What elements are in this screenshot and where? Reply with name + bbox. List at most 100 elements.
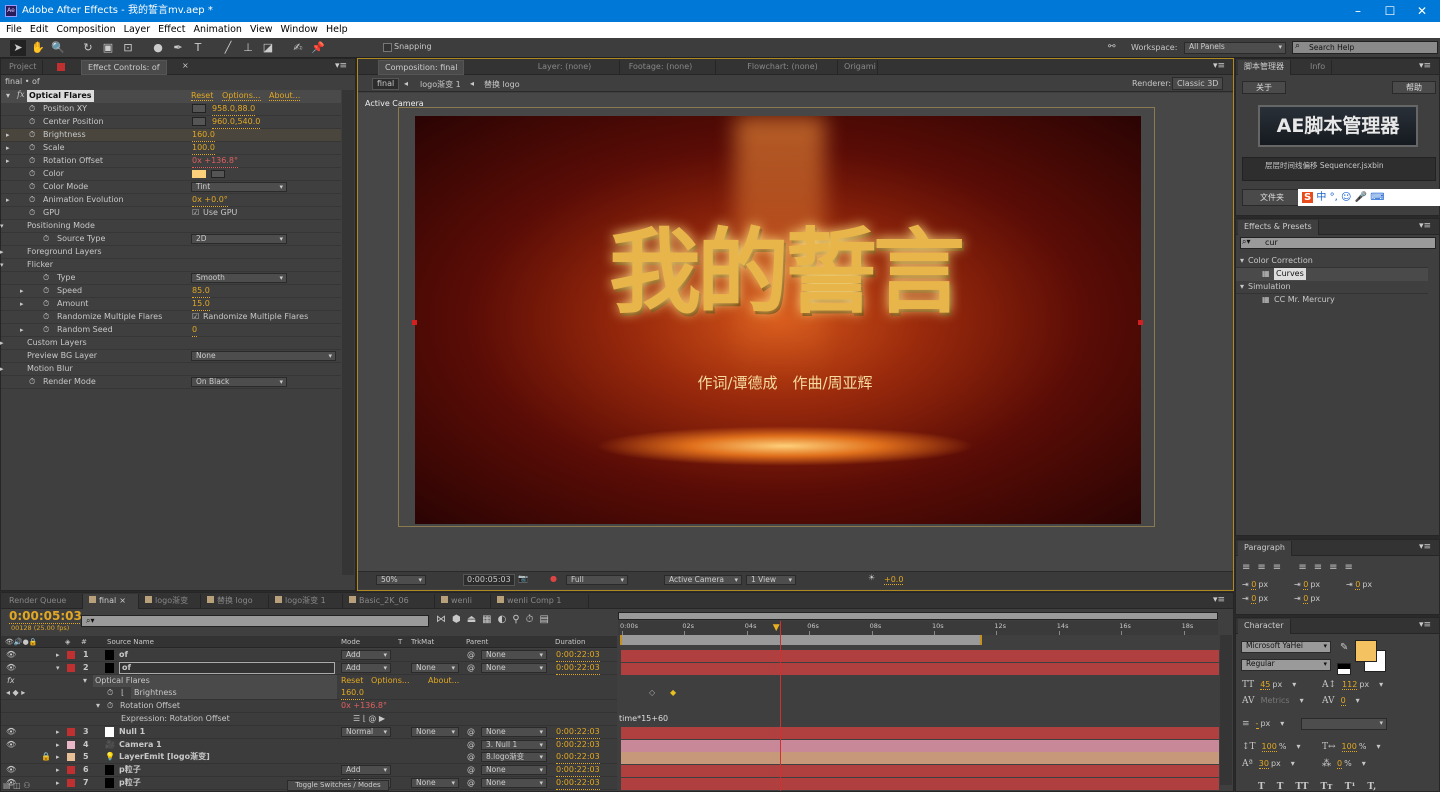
about-link[interactable]: About... [428, 675, 460, 688]
timeline-switch-icons[interactable]: ⋈⬢⏏▦◐⚲⏱▤ [436, 614, 555, 625]
stroke-width-field[interactable]: ≡ - px ▾ [1242, 719, 1284, 729]
camera-view-select[interactable]: Active Camera [664, 575, 742, 585]
stroke-style-select[interactable] [1301, 718, 1387, 730]
label-color[interactable] [67, 753, 75, 762]
layer-name[interactable]: Camera 1 [119, 739, 162, 751]
zoom-icon[interactable]: 🔍 [50, 40, 66, 56]
duration-value[interactable]: 0:00:22:03 [556, 649, 600, 662]
help-button[interactable]: 帮助 [1392, 81, 1436, 94]
snapshot-icon[interactable]: 📷 [518, 574, 528, 583]
timeline-search-input[interactable]: ⌕▾ [81, 615, 429, 627]
twirl-closed-icon[interactable]: ▸ [0, 246, 4, 258]
layer-duration-bar[interactable] [621, 650, 1219, 662]
horizontal-scale-field[interactable]: T↔ 100% ▾ [1322, 742, 1380, 752]
tab-timeline-3[interactable]: 替换 logo [201, 594, 269, 609]
timeline-bottom-icons[interactable]: ▤ ◫ ⚇ [3, 781, 30, 790]
ime-item[interactable]: 中 [1316, 192, 1326, 203]
baseline-shift-value[interactable]: 30 [1258, 759, 1269, 769]
current-time-indicator[interactable] [779, 621, 781, 791]
property-value[interactable]: 160.0 [192, 129, 215, 142]
text-style-button[interactable]: TT [1295, 782, 1308, 792]
eyedropper-icon[interactable]: ✎ [1340, 642, 1348, 653]
snapping-checkbox[interactable] [383, 43, 392, 52]
eye-icon[interactable]: 👁 [6, 764, 16, 776]
parent-select[interactable]: None [481, 726, 547, 737]
fill-color-swatch[interactable] [1355, 640, 1377, 662]
mode-select[interactable]: Normal [341, 726, 391, 737]
keyframe-icon[interactable]: ◆ [670, 688, 676, 697]
indent-value[interactable]: 0 [1251, 580, 1257, 590]
eye-icon[interactable]: 👁 [6, 649, 16, 661]
renderer-button[interactable]: Classic 3D [1172, 77, 1224, 90]
parent-select[interactable]: 8.logo渐变 [481, 752, 547, 763]
brush-icon[interactable]: ╱ [220, 40, 236, 56]
toggle-switches-modes-button[interactable]: Toggle Switches / Modes [287, 780, 389, 791]
twirl-closed-icon[interactable]: ▸ [0, 363, 4, 375]
label-color[interactable] [67, 727, 75, 736]
checkbox[interactable]: ☑ [192, 311, 199, 323]
duration-value[interactable]: 0:00:22:03 [556, 751, 600, 765]
stopwatch-icon[interactable]: ⏱ [43, 233, 49, 245]
label-color[interactable] [67, 766, 75, 775]
twirl-open-icon[interactable]: ▾ [1240, 281, 1244, 293]
preset-item[interactable]: ▦ CC Mr. Mercury [1236, 294, 1428, 307]
property-dropdown[interactable]: On Black [191, 377, 287, 387]
time-ruler[interactable]: 0:00s 02s 04s 06s 08s 10s 12s 14s 16s 18s ▼ [618, 621, 1218, 635]
stopwatch-icon[interactable]: ⏱ [43, 298, 49, 310]
label-color[interactable] [67, 651, 75, 659]
menu-animation[interactable]: Animation [194, 24, 242, 35]
indent-value[interactable]: 0 [1355, 580, 1361, 590]
twirl-open-icon[interactable]: ▾ [0, 220, 4, 232]
checkbox[interactable]: ☑ [192, 207, 199, 219]
property-value[interactable]: 958.0,88.0 [212, 103, 256, 116]
dropdown-arrow-icon[interactable]: ▾ [1379, 680, 1383, 689]
timeline-timecode[interactable]: 0:00:05:03 [9, 609, 82, 624]
pickwhip-icon[interactable]: @ [467, 649, 475, 661]
stopwatch-icon[interactable]: ⏱ [107, 700, 113, 712]
script-list-item[interactable]: 层层时间线偏移 Sequencer.jsxbin [1242, 157, 1436, 181]
property-value[interactable]: 0x +136.8° [192, 155, 238, 168]
property-value[interactable]: 960.0,540.0 [212, 116, 261, 129]
current-time-display[interactable]: 0:00:05:03 [463, 574, 515, 586]
layer-duration-bar[interactable] [621, 662, 1219, 675]
lock-icon[interactable]: 🔒 [41, 751, 51, 763]
menu-view[interactable]: View [250, 24, 273, 35]
indent-field[interactable]: ⇥ 0 px [1294, 580, 1320, 590]
parent-select[interactable]: None [481, 765, 547, 776]
panel-menu-icon[interactable]: ▾≡ [335, 61, 347, 71]
twirl-open-icon[interactable]: ▾ [1240, 255, 1244, 267]
tsume-value[interactable]: 0 [1337, 759, 1343, 769]
stopwatch-icon[interactable]: ⏱ [29, 129, 35, 141]
time-navigator[interactable] [618, 612, 1218, 620]
property-value[interactable]: 160.0 [341, 687, 364, 701]
roto-brush-icon[interactable]: ✍ [290, 40, 306, 56]
stopwatch-icon[interactable]: ⏱ [43, 272, 49, 284]
stopwatch-icon[interactable]: ⏱ [29, 207, 35, 219]
kerning-value[interactable]: Metrics [1261, 696, 1290, 705]
font-family-select[interactable]: Microsoft YaHei [1241, 641, 1331, 653]
stopwatch-icon[interactable]: ⏱ [107, 687, 113, 699]
rotate-icon[interactable]: ↻ [80, 40, 96, 56]
camera-icon[interactable]: ▣ [100, 40, 116, 56]
twirl-closed-icon[interactable]: ▸ [6, 155, 10, 167]
layer-name[interactable]: LayerEmit [logo渐变] [119, 751, 210, 763]
vertical-scale-field[interactable]: ↕T 100% ▾ [1242, 742, 1300, 752]
alignment-buttons[interactable]: ≡≡≡ ≡≡≡≡ [1242, 562, 1360, 573]
playhead-icon[interactable]: ▼ [773, 623, 780, 633]
property-dropdown[interactable]: Smooth [191, 273, 287, 283]
tab-timeline-0[interactable]: Render Queue [3, 594, 83, 609]
indent-value[interactable]: 0 [1303, 594, 1309, 604]
indent-field[interactable]: ⇥ 0 px [1294, 594, 1320, 604]
exposure-value[interactable]: +0.0 [884, 575, 904, 585]
twirl-closed-icon[interactable]: ▸ [56, 751, 60, 763]
stopwatch-icon[interactable]: ⏱ [29, 376, 35, 388]
stopwatch-icon[interactable]: ⏱ [29, 116, 35, 128]
tracking-field[interactable]: AV 0 ▾ [1322, 696, 1360, 706]
tab-layer[interactable]: Layer: (none) [510, 60, 620, 75]
magnification-select[interactable]: 50% [376, 575, 426, 585]
property-value[interactable]: 0 [192, 324, 198, 337]
indent-field[interactable]: ⇥ 0 px [1242, 580, 1268, 590]
pickwhip-icon[interactable]: @ [467, 764, 475, 776]
handle[interactable] [412, 320, 417, 325]
menu-effect[interactable]: Effect [158, 24, 185, 35]
